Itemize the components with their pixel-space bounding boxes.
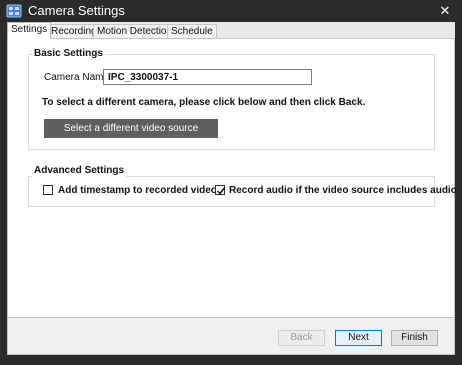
tab-motion-detection[interactable]: Motion Detection [93,24,177,38]
camera-name-label: Camera Name: [44,72,112,83]
window-title: Camera Settings [28,3,125,18]
finish-button[interactable]: Finish [391,330,438,346]
tab-schedule[interactable]: Schedule [167,24,217,38]
instruction-text: To select a different camera, please cli… [42,97,366,108]
camera-settings-window: Camera Settings ✕ Settings Recording Mot… [0,0,462,365]
close-icon[interactable]: ✕ [436,2,454,20]
title-bar: Camera Settings ✕ [0,0,462,22]
dialog-footer: Back Next Finish [7,318,455,355]
record-audio-checkbox[interactable] [215,185,226,195]
record-audio-label: Record audio if the video source include… [229,185,457,196]
camera-settings-icon [6,3,22,19]
timestamp-checkbox[interactable] [43,185,53,195]
checkmark-icon [216,187,226,195]
next-button[interactable]: Next [335,330,382,346]
select-video-source-button[interactable]: Select a different video source [44,119,218,138]
window-bottom-edge [0,355,462,365]
camera-name-input[interactable] [103,69,312,85]
advanced-settings-title: Advanced Settings [32,165,127,177]
settings-panel: Basic Settings Camera Name: To select a … [7,38,457,318]
back-button[interactable]: Back [278,330,325,346]
timestamp-label: Add timestamp to recorded video [58,185,217,196]
tab-settings[interactable]: Settings [7,22,52,39]
basic-settings-title: Basic Settings [32,48,105,60]
